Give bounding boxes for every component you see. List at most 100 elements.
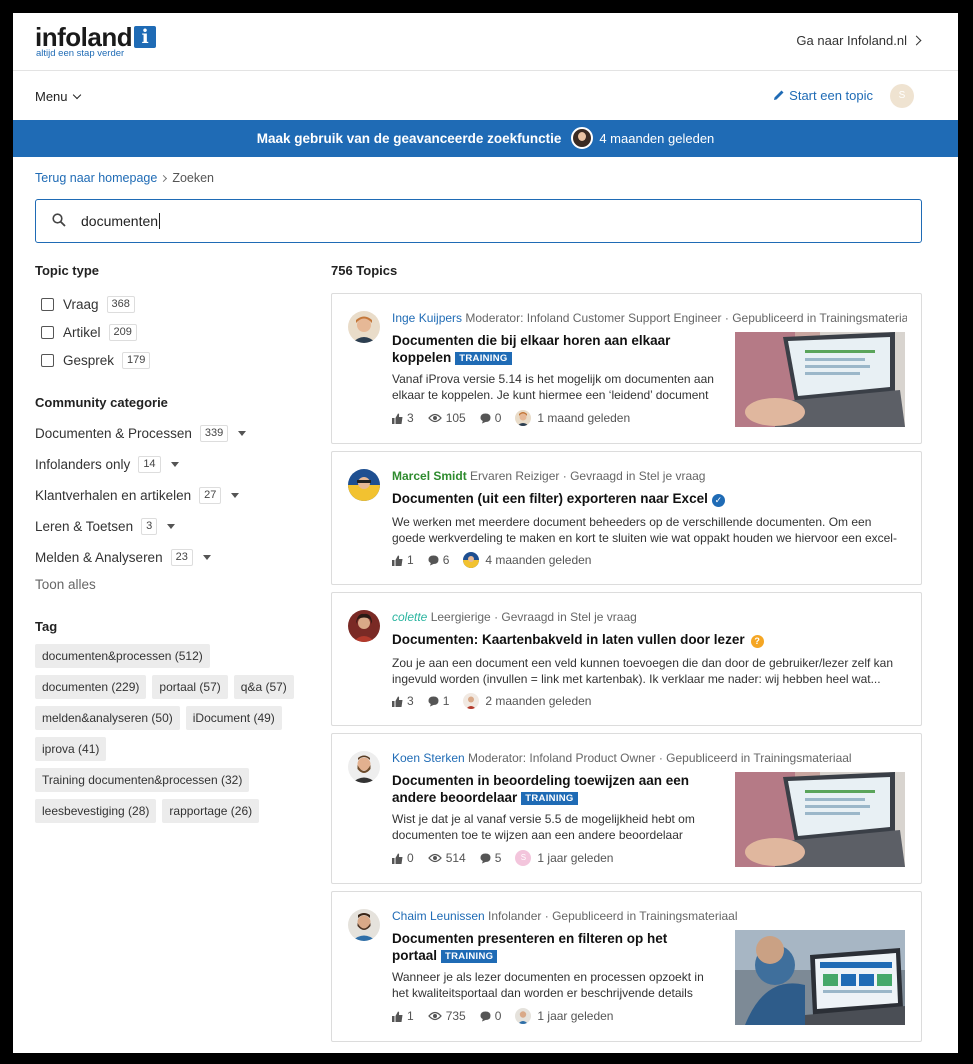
topic-stats: 3 105 0 1 maand geleden [392,410,630,426]
last-activity-time: 1 jaar geleden [537,851,614,865]
topic-title[interactable]: Documenten (uit een filter) exporteren n… [392,490,907,507]
results-list: 756 Topics Inge Kuijpers Moderator: Info… [331,263,922,1049]
filter-count: 209 [108,323,137,341]
comments-count: 0 [494,1009,502,1023]
show-all-categories-link[interactable]: Toon alles [35,577,305,597]
author-name[interactable]: Inge Kuijpers [392,311,462,325]
tag-chip[interactable]: melden&analyseren (50) [35,706,180,730]
filter-topic-type-artikel[interactable]: Artikel 209 [35,318,305,346]
last-activity-time: 4 maanden geleden [485,553,592,567]
topic-type-heading: Topic type [35,263,100,278]
tag-chip[interactable]: rapportage (26) [162,799,260,823]
likes-count: 0 [407,851,414,865]
last-reply-avatar[interactable] [463,552,480,568]
author-name[interactable]: Chaim Leunissen [392,909,485,923]
topic-stats: 3 1 2 maanden geleden [392,693,591,709]
last-reply-avatar[interactable]: S [515,850,532,866]
start-topic-button[interactable]: Start een topic [773,88,873,103]
filter-label: Artikel [63,324,101,340]
topic-card[interactable]: Marcel Smidt Ervaren Reiziger · Gevraagd… [331,451,922,585]
goto-infoland-link[interactable]: Ga naar Infoland.nl [796,33,922,48]
category-documenten-processen[interactable]: Documenten & Processen 339 [35,418,305,449]
topic-title-text: Documenten die bij elkaar horen aan elka… [392,333,671,365]
views-stat: 514 [427,851,466,865]
filter-count: 179 [122,351,151,369]
breadcrumb-home-link[interactable]: Terug naar homepage [35,171,157,185]
search-icon [52,213,66,227]
announcement-banner[interactable]: Maak gebruik van de geavanceerde zoekfun… [13,120,958,157]
category-klantverhalen[interactable]: Klantverhalen en artikelen 27 [35,480,305,511]
comments-count: 5 [494,851,502,865]
last-reply-avatar[interactable] [515,1008,532,1024]
author-avatar[interactable] [348,469,380,501]
nav-bar: Menu Start een topic S [13,71,958,120]
chevron-down-icon [72,90,81,100]
topic-card[interactable]: Chaim Leunissen Infolander · Gepubliceer… [331,891,922,1042]
caret-down-icon[interactable] [202,555,211,560]
likes-stat: 0 [392,851,414,865]
category-label: Melden & Analyseren [35,550,163,565]
menu-button[interactable]: Menu [35,89,81,104]
last-reply-avatar[interactable] [515,410,532,426]
author-name[interactable]: Marcel Smidt [392,469,467,483]
topic-title[interactable]: Documenten in beoordeling toewijzen aan … [392,772,712,806]
filter-topic-type-gesprek[interactable]: Gesprek 179 [35,346,305,374]
caret-down-icon[interactable] [238,431,247,436]
topic-card[interactable]: Koen Sterken Moderator: Infoland Product… [331,733,922,884]
author-avatar[interactable] [348,751,380,783]
topic-meta: Chaim Leunissen Infolander · Gepubliceer… [392,909,907,923]
caret-down-icon[interactable] [231,493,240,498]
topic-thumbnail[interactable] [735,930,905,1025]
thumbs-up-icon [392,1011,403,1022]
author-avatar[interactable] [348,610,380,642]
training-badge: TRAINING [455,352,512,365]
topic-stats: 0 514 5 S 1 jaar geleden [392,850,613,866]
tag-chip[interactable]: portaal (57) [152,675,228,699]
filter-topic-type-vraag[interactable]: Vraag 368 [35,290,305,318]
topic-thumbnail[interactable] [735,772,905,867]
likes-count: 1 [407,1009,414,1023]
author-name[interactable]: Koen Sterken [392,751,465,765]
search-input[interactable]: documenten [81,213,161,229]
likes-stat: 3 [392,411,414,425]
tag-chip[interactable]: documenten&processen (512) [35,644,210,668]
topic-card[interactable]: Inge Kuijpers Moderator: Infoland Custom… [331,293,922,444]
checkbox[interactable] [41,297,54,311]
author-name[interactable]: colette [392,610,427,624]
category-heading: Community categorie [35,395,168,410]
breadcrumb-separator-icon [160,174,168,183]
topic-thumbnail[interactable] [735,332,905,427]
author-avatar[interactable] [348,311,380,343]
tag-chip[interactable]: Training documenten&processen (32) [35,768,250,792]
topic-title[interactable]: Documenten: Kaartenbakveld in laten vull… [392,631,907,648]
caret-down-icon[interactable] [167,524,176,529]
topic-card[interactable]: colette Leergierige · Gevraagd in Stel j… [331,592,922,726]
tag-list: documenten&processen (512) documenten (2… [35,644,305,830]
category-infolanders-only[interactable]: Infolanders only 14 [35,449,305,480]
checkbox[interactable] [41,325,54,339]
goto-infoland-label: Ga naar Infoland.nl [796,33,907,48]
tag-chip[interactable]: iDocument (49) [185,706,282,730]
tag-chip[interactable]: q&a (57) [233,675,294,699]
category-melden-analyseren[interactable]: Melden & Analyseren 23 [35,542,305,573]
tag-chip[interactable]: documenten (229) [35,675,147,699]
results-count: 756 Topics [331,263,398,278]
tag-chip[interactable]: leesbevestiging (28) [35,799,157,823]
tag-chip[interactable]: iprova (41) [35,737,107,761]
last-activity-time: 1 maand geleden [537,411,631,425]
category-label: Infolanders only [35,457,131,472]
caret-down-icon[interactable] [170,462,179,467]
checkbox[interactable] [41,353,54,367]
banner-time: 4 maanden geleden [599,131,715,146]
infoland-logo[interactable]: infoland i altijd een stap verder [35,24,157,59]
category-leren-toetsen[interactable]: Leren & Toetsen 3 [35,511,305,542]
comment-icon [428,555,439,565]
last-reply-avatar[interactable] [463,693,480,709]
views-stat: 735 [427,1009,466,1023]
user-avatar[interactable]: S [890,84,914,108]
topic-title[interactable]: Documenten die bij elkaar horen aan elka… [392,332,712,366]
topic-title[interactable]: Documenten presenteren en filteren op he… [392,930,712,964]
search-box[interactable]: documenten [35,199,922,243]
menu-label: Menu [35,89,68,104]
author-avatar[interactable] [348,909,380,941]
